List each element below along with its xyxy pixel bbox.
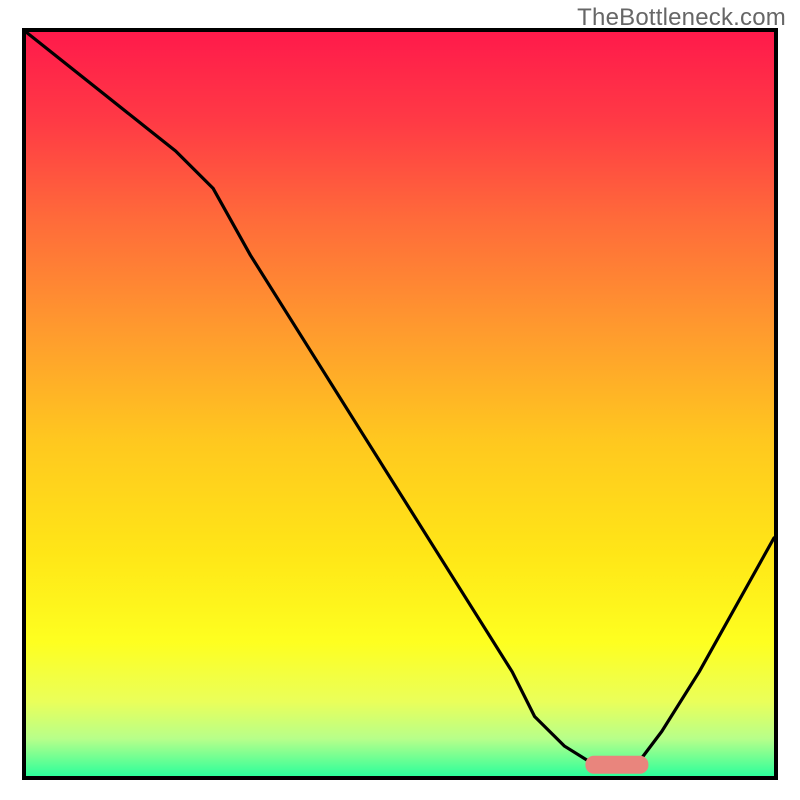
curve-layer [26,32,774,776]
minimum-marker [586,756,648,773]
bottleneck-curve [26,32,774,765]
plot-frame [22,28,778,780]
chart-stage: TheBottleneck.com [0,0,800,800]
